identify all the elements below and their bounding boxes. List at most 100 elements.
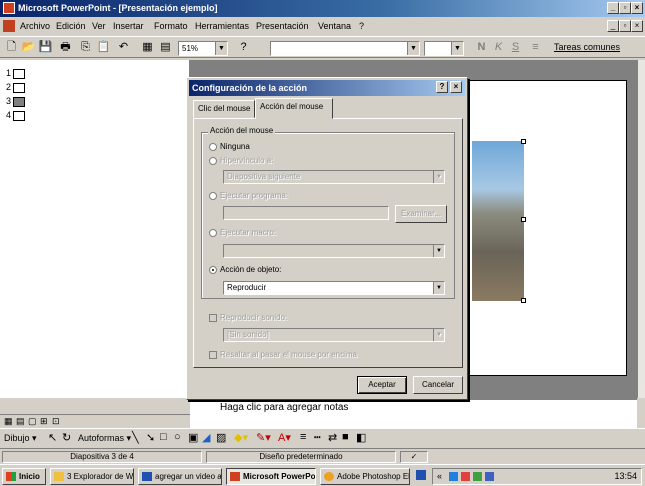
- sound-select[interactable]: [Sin sonido] ▼: [223, 328, 445, 342]
- menu-insertar[interactable]: Insertar: [113, 21, 144, 31]
- highlight-checkbox[interactable]: Resaltar al pasar el mouse por encima: [209, 350, 357, 359]
- doc-minimize-button[interactable]: _: [607, 20, 619, 32]
- arrow-style-icon[interactable]: ⇄: [328, 431, 337, 444]
- quicklaunch-icon[interactable]: [416, 470, 426, 480]
- dialog-close-button[interactable]: ×: [450, 81, 462, 93]
- chart-icon[interactable]: ▦: [140, 40, 155, 55]
- menu-ventana[interactable]: Ventana: [318, 21, 351, 31]
- italic-button[interactable]: K: [491, 40, 506, 55]
- help-icon[interactable]: ?: [236, 40, 251, 55]
- resize-handle[interactable]: [521, 217, 526, 222]
- line-icon[interactable]: ╲: [132, 431, 139, 444]
- arrow-icon[interactable]: ➘: [146, 431, 155, 444]
- menu-herramientas[interactable]: Herramientas: [195, 21, 249, 31]
- radio-run-program[interactable]: Ejecutar programa:: [209, 191, 288, 200]
- radio-hyperlink[interactable]: Hipervínculo a:: [209, 156, 273, 165]
- taskbar-photoshop[interactable]: Adobe Photoshop Ele...: [320, 468, 410, 485]
- zoom-select[interactable]: 51% ▼: [178, 41, 228, 56]
- outline-slide-1[interactable]: 1: [6, 68, 26, 79]
- taskbar-powerpoint[interactable]: Microsoft PowerPo...: [226, 468, 316, 485]
- tray-arrow-icon[interactable]: «: [437, 471, 442, 481]
- wordart-icon[interactable]: ◢: [202, 431, 210, 444]
- hyperlink-select[interactable]: Diapositiva siguiente ▼: [223, 170, 445, 184]
- underline-button[interactable]: S: [508, 40, 523, 55]
- oval-icon[interactable]: ○: [174, 431, 181, 443]
- menu-ver[interactable]: Ver: [92, 21, 106, 31]
- line-style-icon[interactable]: ≡: [300, 431, 306, 443]
- start-button[interactable]: Inicio: [2, 468, 46, 485]
- macro-select[interactable]: ▼: [223, 244, 445, 258]
- textbox-icon[interactable]: ▣: [188, 431, 198, 444]
- font-size-select[interactable]: ▼: [424, 41, 464, 56]
- close-button[interactable]: ×: [631, 2, 643, 14]
- taskbar-word-doc[interactable]: agregar un video a u...: [138, 468, 222, 485]
- antivirus-icon[interactable]: [461, 472, 470, 481]
- menu-edicion[interactable]: Edición: [56, 21, 86, 31]
- radio-run-macro[interactable]: Ejecutar macro:: [209, 228, 276, 237]
- fill-color-icon[interactable]: ◆▾: [234, 431, 248, 444]
- cancel-button[interactable]: Cancelar: [413, 376, 463, 394]
- tab-mouse-click[interactable]: Clic del mouse: [193, 100, 255, 118]
- dash-style-icon[interactable]: ┅: [314, 431, 321, 444]
- select-arrow-icon[interactable]: ↖: [48, 431, 57, 444]
- view-sorter-icon[interactable]: ⊞: [40, 416, 48, 427]
- menu-help[interactable]: ?: [359, 21, 364, 31]
- print-icon[interactable]: 🖶: [58, 40, 73, 55]
- object-action-select[interactable]: Reproducir ▼: [223, 281, 445, 295]
- bold-button[interactable]: N: [474, 40, 489, 55]
- taskbar-explorer[interactable]: 3 Explorador de Wi...: [50, 468, 134, 485]
- outline-slide-3[interactable]: 3: [6, 96, 26, 107]
- menu-archivo[interactable]: Archivo: [20, 21, 50, 31]
- tasks-menu[interactable]: Tareas comunes: [554, 42, 620, 52]
- radio-run-program-label: Ejecutar programa:: [220, 191, 289, 200]
- browse-button[interactable]: Examinar...: [395, 205, 447, 223]
- network-icon[interactable]: [449, 472, 458, 481]
- radio-object-action[interactable]: Acción de objeto:: [209, 265, 281, 274]
- outline-slide-2[interactable]: 2: [6, 82, 26, 93]
- minimize-button[interactable]: _: [607, 2, 619, 14]
- dialog-help-button[interactable]: ?: [436, 81, 448, 93]
- tab-mouse-over[interactable]: Acción del mouse: [255, 98, 333, 119]
- copy-icon[interactable]: ⎘: [78, 40, 93, 55]
- menu-presentacion[interactable]: Presentación: [256, 21, 309, 31]
- city-photo-image[interactable]: [472, 141, 524, 301]
- resize-handle[interactable]: [521, 298, 526, 303]
- spell-check-icon[interactable]: ✓: [400, 451, 428, 463]
- menu-formato[interactable]: Formato: [154, 21, 188, 31]
- font-name-select[interactable]: ▼: [270, 41, 420, 56]
- save-icon[interactable]: 💾: [38, 40, 53, 55]
- radio-none[interactable]: Ninguna: [209, 142, 250, 151]
- shadow-icon[interactable]: ■: [342, 431, 349, 443]
- restore-button[interactable]: ▫: [619, 2, 631, 14]
- paste-icon[interactable]: 📋: [96, 40, 111, 55]
- outline-slide-4[interactable]: 4: [6, 110, 26, 121]
- view-normal-icon[interactable]: ▦: [4, 416, 13, 427]
- open-icon[interactable]: 📂: [21, 40, 36, 55]
- tray-app-icon[interactable]: [473, 472, 482, 481]
- align-icon[interactable]: ≡: [528, 40, 543, 55]
- clipart-icon[interactable]: ▨: [216, 431, 226, 444]
- draw-menu[interactable]: Dibujo ▾: [4, 433, 37, 444]
- view-slide-icon[interactable]: ▢: [28, 416, 37, 427]
- undo-icon[interactable]: ↶: [116, 40, 131, 55]
- doc-close-button[interactable]: ×: [631, 20, 643, 32]
- play-sound-checkbox[interactable]: Reproducir sonido:: [209, 313, 287, 322]
- ok-button[interactable]: Aceptar: [357, 376, 407, 394]
- table-icon[interactable]: ▤: [158, 40, 173, 55]
- rectangle-icon[interactable]: □: [160, 431, 167, 443]
- font-color-icon[interactable]: A▾: [278, 431, 291, 444]
- doc-restore-button[interactable]: ▫: [619, 20, 631, 32]
- line-color-icon[interactable]: ✎▾: [256, 431, 271, 444]
- search-icon[interactable]: [485, 472, 494, 481]
- resize-handle[interactable]: [521, 139, 526, 144]
- autoshapes-menu[interactable]: Autoformas ▾: [78, 433, 131, 444]
- view-show-icon[interactable]: ⊡: [52, 416, 60, 427]
- notes-pane[interactable]: Haga clic para agregar notas: [190, 398, 637, 428]
- new-icon[interactable]: 🗋: [4, 40, 19, 55]
- rotate-icon[interactable]: ↻: [62, 431, 71, 444]
- 3d-icon[interactable]: ◧: [356, 431, 366, 444]
- program-path-field[interactable]: [223, 206, 389, 220]
- radio-object-action-label: Acción de objeto:: [220, 265, 282, 274]
- view-outline-icon[interactable]: ▤: [16, 416, 25, 427]
- vertical-scrollbar[interactable]: [637, 60, 645, 398]
